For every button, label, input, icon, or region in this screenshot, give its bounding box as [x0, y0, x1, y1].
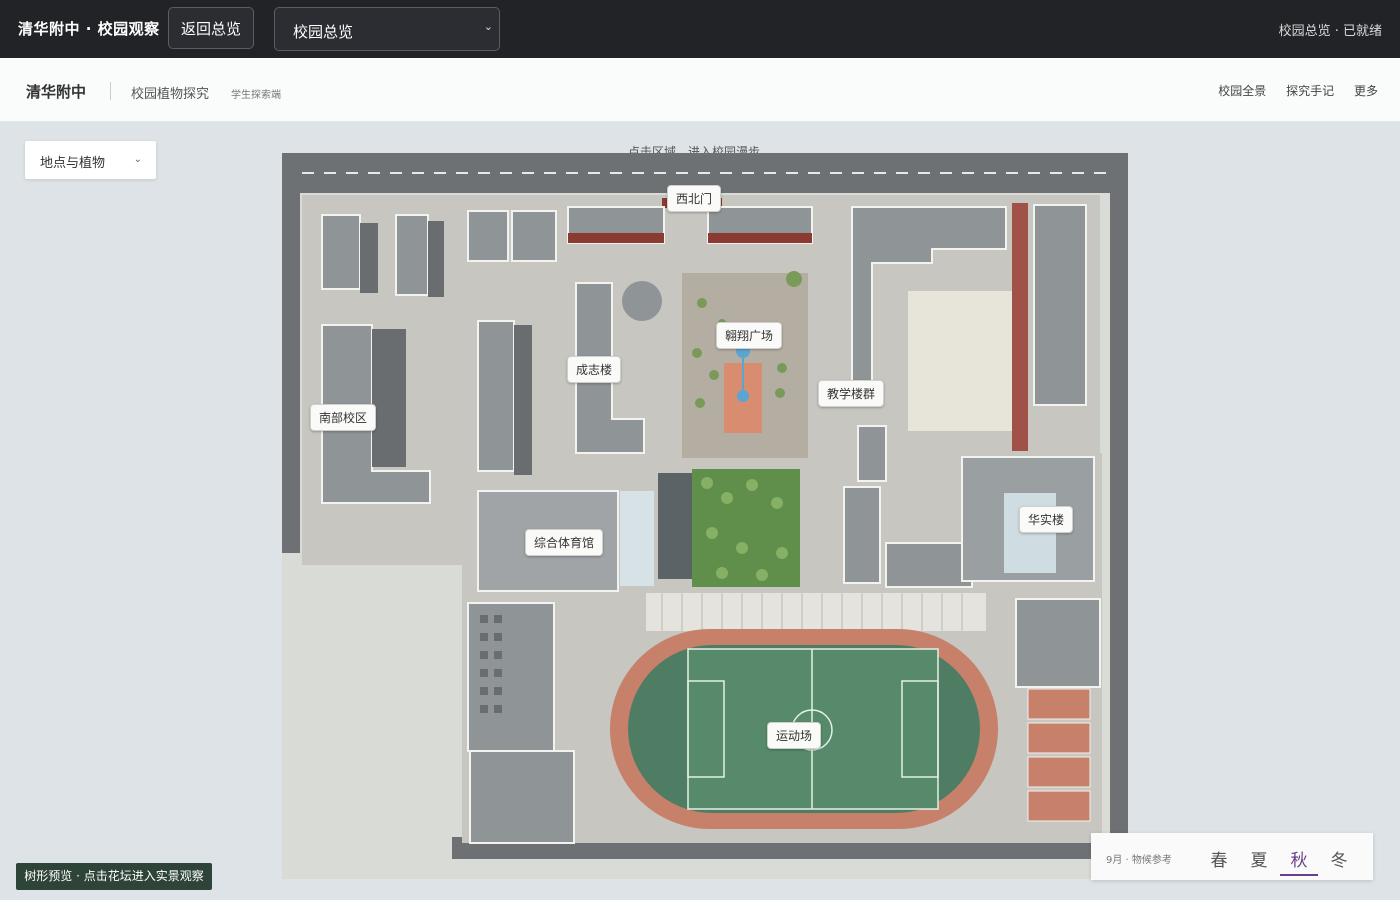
chevron-down-icon: ⌄ — [133, 154, 142, 165]
app-title: 清华附中 · 校园观察 — [18, 20, 160, 38]
season-winter-tab[interactable]: 冬 — [1320, 846, 1358, 874]
school-name: 清华附中 — [26, 83, 87, 101]
season-summer-tab[interactable]: 夏 — [1240, 846, 1278, 874]
map-label-plaza[interactable]: 翱翔广场 — [716, 322, 783, 349]
nav-more[interactable]: 更多 — [1354, 84, 1378, 98]
map-label-south-campus[interactable]: 南部校区 — [310, 404, 377, 431]
season-switcher: 9月 · 物候参考 春 夏 秋 冬 — [1091, 833, 1373, 880]
campus-map[interactable]: 西北门 翱翔广场 成志楼 南部校区 教学楼群 华实楼 综合体育馆 运动场 — [282, 153, 1130, 884]
campus-map-graphic — [282, 153, 1128, 879]
nav-campus-panorama[interactable]: 校园全景 — [1218, 84, 1266, 98]
map-label-gymnasium[interactable]: 综合体育馆 — [525, 529, 604, 556]
tree-preview-hint: 树形预览 · 点击花坛进入实景观察 — [16, 863, 212, 890]
season-spring-tab[interactable]: 春 — [1200, 846, 1238, 874]
view-select[interactable]: 校园总览 ⌄ — [274, 7, 500, 51]
back-to-overview-button[interactable]: 返回总览 — [168, 7, 254, 49]
map-label-chengzhi-building[interactable]: 成志楼 — [567, 356, 622, 383]
map-label-huashi-building[interactable]: 华实楼 — [1019, 506, 1074, 533]
map-label-northwest-gate[interactable]: 西北门 — [667, 185, 722, 212]
sub-header: 清华附中 校园植物探究 学生探索端 校园全景 探究手记 更多 — [0, 58, 1400, 122]
month-label: 9月 · 物候参考 — [1106, 855, 1172, 866]
nav-research-notes[interactable]: 探究手记 — [1286, 84, 1334, 98]
role-label: 学生探索端 — [231, 90, 281, 101]
header-divider — [110, 82, 111, 100]
header-nav: 校园全景 探究手记 更多 — [1202, 82, 1378, 99]
top-bar: 清华附中 · 校园观察 返回总览 校园总览 ⌄ 校园总览 · 已就绪 — [0, 0, 1400, 58]
project-title: 校园植物探究 — [131, 87, 210, 102]
dropdown-label: 地点与植物 — [40, 156, 106, 171]
season-autumn-tab[interactable]: 秋 — [1280, 846, 1318, 876]
view-select-value: 校园总览 — [293, 23, 354, 41]
location-plant-dropdown[interactable]: 地点与植物 ⌄ — [25, 141, 156, 179]
status-text: 校园总览 · 已就绪 — [1278, 24, 1382, 39]
map-label-teaching-buildings[interactable]: 教学楼群 — [818, 380, 885, 407]
chevron-down-icon: ⌄ — [483, 20, 493, 33]
map-label-stadium[interactable]: 运动场 — [767, 722, 822, 749]
